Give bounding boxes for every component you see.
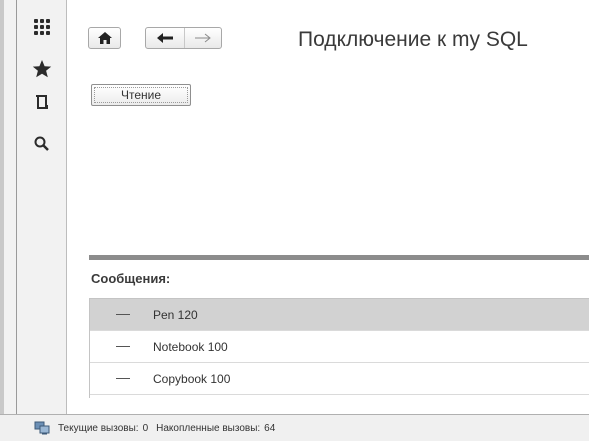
arrow-right-icon [194,33,211,43]
home-button[interactable] [88,27,121,49]
search-icon [34,136,49,151]
dash-icon [116,378,130,379]
navigation-buttons [145,27,222,49]
grid-icon [34,19,50,35]
sidebar-item-menu[interactable] [29,14,55,40]
forward-button[interactable] [185,28,222,48]
messages-panel: Pen 120 Notebook 100 Copybook 100 [89,298,589,398]
page-title: Подключение к my SQL [298,28,528,51]
accumulated-calls-value: 64 [264,422,276,434]
sidebar-item-history[interactable] [29,89,55,115]
dash-icon [116,314,130,315]
accumulated-calls-label: Накопленные вызовы: [156,422,261,434]
dash-icon [116,346,130,347]
sidebar-item-favorites[interactable] [29,56,55,82]
arrow-left-icon [156,33,173,43]
read-button-label: Чтение [120,88,162,102]
main-area: Подключение к my SQL Чтение Сообщения: P… [67,0,589,414]
home-icon [97,32,112,44]
history-icon [36,95,48,109]
sidebar [20,0,67,414]
window-left-edge [0,0,20,414]
message-row[interactable]: Notebook 100 [90,331,589,363]
message-row[interactable]: Copybook 100 [90,363,589,395]
panel-splitter[interactable] [89,255,589,260]
message-text: Pen 120 [153,307,198,322]
star-icon [32,60,52,78]
read-button[interactable]: Чтение [91,84,191,106]
message-row[interactable]: Pen 120 [90,299,589,331]
message-text: Notebook 100 [153,339,228,354]
sidebar-item-search[interactable] [29,131,55,157]
messages-label: Сообщения: [91,271,171,286]
computer-icon[interactable] [34,421,50,435]
current-calls-label: Текущие вызовы: [58,422,139,434]
back-button[interactable] [146,28,185,48]
message-text: Copybook 100 [153,371,231,386]
status-bar: Текущие вызовы: 0 Накопленные вызовы: 64 [0,414,589,441]
current-calls-value: 0 [142,422,149,434]
